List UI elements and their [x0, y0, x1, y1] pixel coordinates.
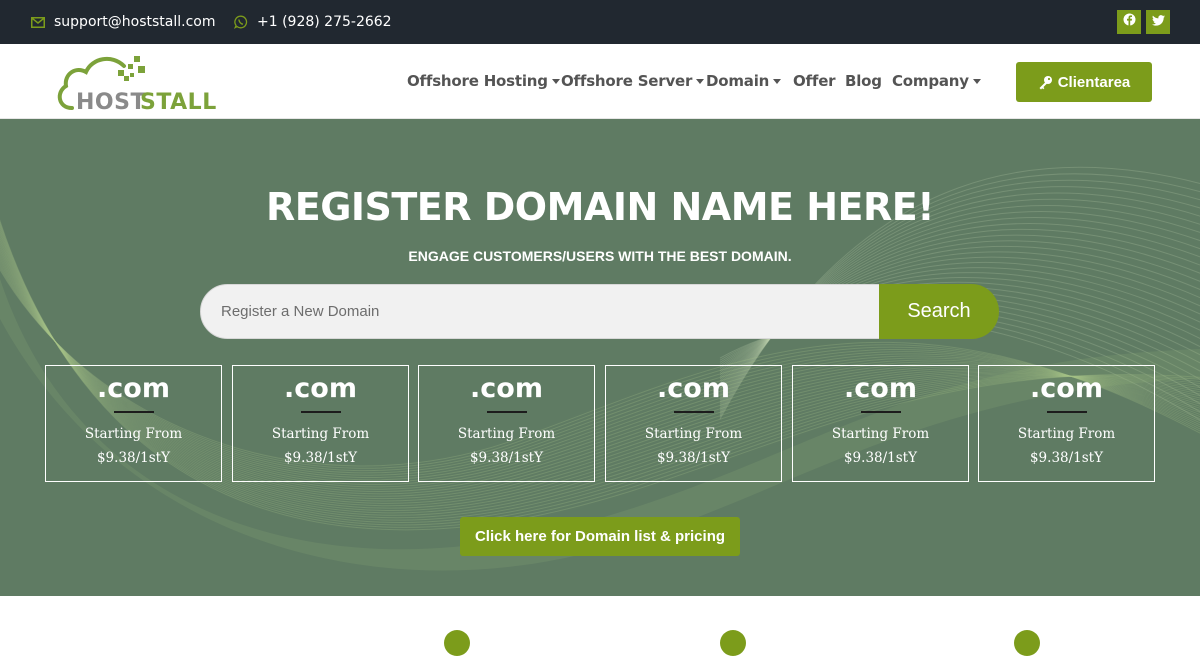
tld-from-label: Starting From: [831, 426, 930, 442]
facebook-icon: [1123, 13, 1136, 31]
tld-name: .com: [1030, 373, 1103, 404]
nav-company-label: Company: [892, 72, 969, 90]
tld-from-label: Starting From: [644, 426, 743, 442]
divider: [113, 411, 154, 413]
tld-price: $9.38/1stY: [656, 450, 731, 466]
tld-card[interactable]: .com Starting From $9.38/1stY: [418, 365, 595, 482]
nav-blog-label: Blog: [845, 72, 882, 90]
support-email-text: support@hoststall.com: [54, 14, 216, 30]
key-icon: [1038, 75, 1053, 90]
divider: [860, 411, 901, 413]
twitter-link[interactable]: [1146, 10, 1170, 34]
tld-card[interactable]: .com Starting From $9.38/1stY: [232, 365, 409, 482]
tld-name: .com: [657, 373, 730, 404]
tld-price: $9.38/1stY: [283, 450, 358, 466]
hero-subtitle: ENGAGE CUSTOMERS/USERS WITH THE BEST DOM…: [408, 248, 792, 264]
caret-down-icon: [773, 78, 782, 84]
logo-text-stall: STALL: [140, 90, 217, 112]
divider: [486, 411, 527, 413]
nav-offer[interactable]: Offer: [793, 72, 836, 90]
nav-offer-label: Offer: [793, 72, 836, 90]
tld-name: .com: [470, 373, 543, 404]
nav-offshore-server-label: Offshore Server: [561, 72, 693, 90]
nav-offshore-hosting-label: Offshore Hosting: [407, 72, 548, 90]
search-button[interactable]: Search: [879, 284, 999, 339]
tld-name: .com: [284, 373, 357, 404]
domain-pricing-button[interactable]: Click here for Domain list & pricing: [460, 517, 740, 556]
domain-search-input[interactable]: [200, 284, 880, 339]
tld-from-label: Starting From: [457, 426, 556, 442]
support-email[interactable]: support@hoststall.com: [30, 0, 215, 44]
hero-title: REGISTER DOMAIN NAME HERE!: [265, 185, 935, 229]
divider: [1046, 411, 1087, 413]
divider: [300, 411, 341, 413]
caret-down-icon: [551, 78, 560, 84]
domain-search-form: Search: [200, 284, 1000, 339]
tld-price: $9.38/1stY: [96, 450, 171, 466]
domain-hero-section: REGISTER DOMAIN NAME HERE! ENGAGE CUSTOM…: [0, 119, 1200, 596]
nav-offshore-server[interactable]: Offshore Server: [561, 72, 705, 90]
twitter-icon: [1151, 13, 1165, 31]
tld-from-label: Starting From: [84, 426, 183, 442]
tld-name: .com: [844, 373, 917, 404]
tld-card[interactable]: .com Starting From $9.38/1stY: [45, 365, 222, 482]
support-phone[interactable]: +1 (928) 275-2662: [233, 0, 392, 44]
tld-price: $9.38/1stY: [843, 450, 918, 466]
facebook-link[interactable]: [1117, 10, 1141, 34]
top-bar: support@hoststall.com +1 (928) 275-2662: [0, 0, 1200, 44]
tld-card[interactable]: .com Starting From $9.38/1stY: [792, 365, 969, 482]
clientarea-button[interactable]: Clientarea: [1016, 62, 1152, 102]
nav-blog[interactable]: Blog: [845, 72, 882, 90]
nav-company[interactable]: Company: [892, 72, 981, 90]
whatsapp-icon: [233, 14, 249, 30]
hoststall-logo[interactable]: HOST STALL: [54, 52, 236, 115]
tld-price: $9.38/1stY: [1029, 450, 1104, 466]
site-header: HOST STALL Offshore Hosting Offshore Ser…: [0, 44, 1200, 119]
caret-down-icon: [972, 78, 981, 84]
logo-text-host: HOST: [76, 90, 146, 112]
envelope-icon: [30, 14, 46, 30]
clientarea-label: Clientarea: [1057, 73, 1131, 91]
nav-domain-label: Domain: [706, 72, 770, 90]
tld-name: .com: [97, 373, 170, 404]
tld-from-label: Starting From: [271, 426, 370, 442]
caret-down-icon: [696, 78, 705, 84]
tld-from-label: Starting From: [1017, 426, 1116, 442]
support-phone-text: +1 (928) 275-2662: [257, 14, 392, 30]
divider: [673, 411, 714, 413]
nav-offshore-hosting[interactable]: Offshore Hosting: [407, 72, 560, 90]
tld-price: $9.38/1stY: [469, 450, 544, 466]
tld-card[interactable]: .com Starting From $9.38/1stY: [978, 365, 1155, 482]
nav-domain[interactable]: Domain: [706, 72, 782, 90]
tld-card[interactable]: .com Starting From $9.38/1stY: [605, 365, 782, 482]
